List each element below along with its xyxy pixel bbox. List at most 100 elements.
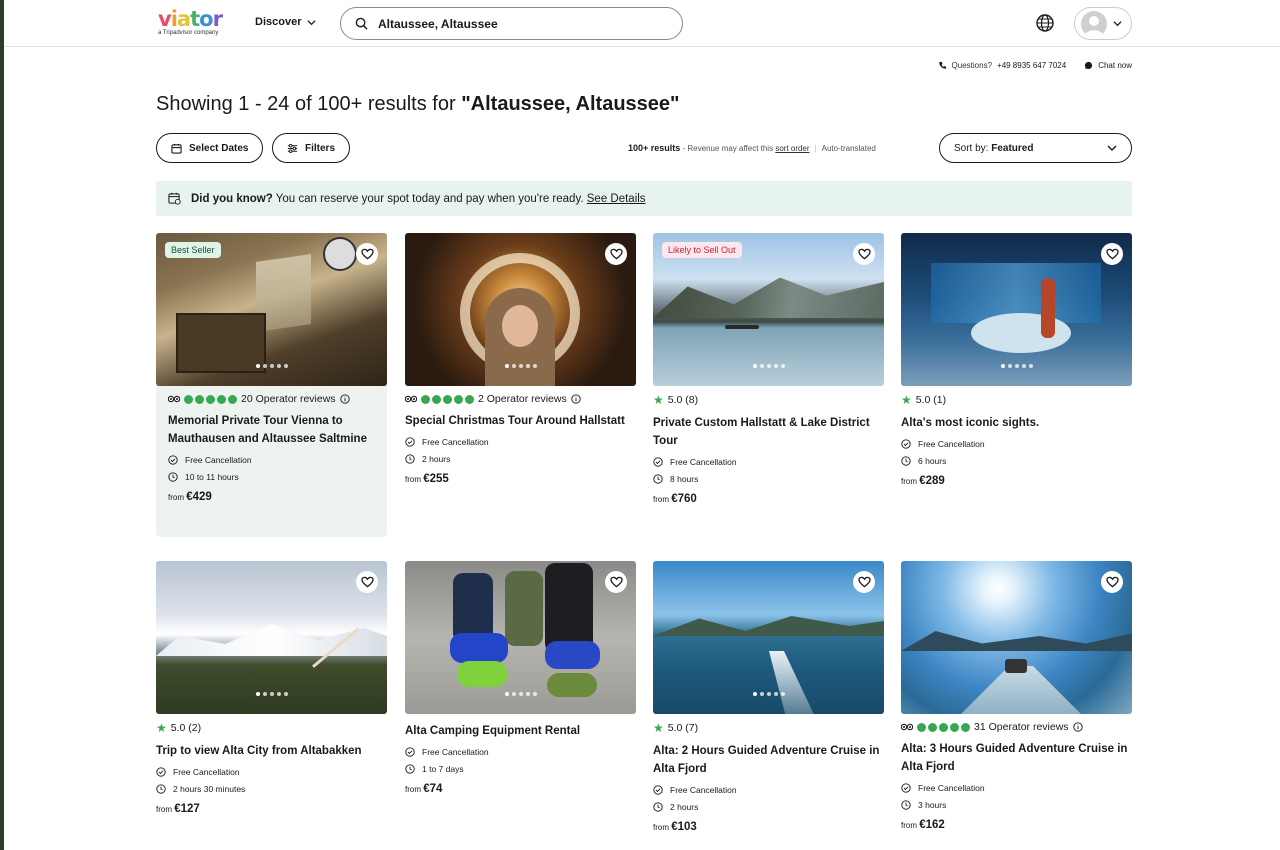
see-details-link[interactable]: See Details [587,193,646,205]
sort-dropdown[interactable]: Sort by: Featured [939,133,1132,163]
heart-icon [857,248,871,260]
price-value: €429 [186,491,212,503]
wishlist-heart-button[interactable] [356,571,378,593]
filters-button[interactable]: Filters [272,133,351,163]
chat-icon [1085,61,1093,70]
rating-bubbles [184,394,237,404]
product-photo[interactable] [901,233,1132,386]
sort-order-link[interactable]: sort order [775,144,809,153]
heart-icon [1105,248,1119,260]
review-count: 20 Operator reviews [241,393,336,405]
carousel-dots[interactable] [752,364,785,368]
check-circle-icon [405,437,415,447]
info-icon[interactable] [339,394,350,404]
free-cancellation-label: Free Cancellation [422,437,489,447]
product-photo[interactable] [405,233,636,386]
review-count: 5.0 (1) [915,394,947,406]
price-value: €103 [671,821,697,833]
banner-message: You can reserve your spot today and pay … [272,192,587,205]
wishlist-heart-button[interactable] [605,243,627,265]
questions-label: Questions? [951,61,993,70]
wishlist-heart-button[interactable] [356,243,378,265]
phone-contact[interactable]: Questions? +49 8935 647 7024 [938,61,1067,70]
product-photo[interactable]: Likely to Sell Out [653,233,884,386]
chevron-down-icon [307,19,317,25]
sort-label: Sort by: Featured [954,143,1033,154]
search-icon [355,17,368,30]
contact-bar: Questions? +49 8935 647 7024 Chat now [938,61,1132,70]
carousel-dots[interactable] [752,692,785,696]
carousel-dots[interactable] [504,692,537,696]
price: from €760 [653,493,884,505]
discover-menu[interactable]: Discover [255,16,317,28]
duration-label: 3 hours [918,800,947,810]
product-photo[interactable]: Best Seller [156,233,387,386]
carousel-dots[interactable] [1000,364,1033,368]
duration-label: 2 hours [422,454,451,464]
free-cancellation: Free Cancellation [168,455,375,465]
site-header: viator a Tripadvisor company Discover [4,0,1280,47]
product-title[interactable]: Trip to view Alta City from Altabakken [156,742,387,760]
price-value: €127 [174,803,200,815]
wishlist-heart-button[interactable] [1101,571,1123,593]
product-photo[interactable] [653,561,884,714]
product-photo[interactable] [405,561,636,714]
check-circle-icon [901,439,911,449]
product-title[interactable]: Alta: 2 Hours Guided Adventure Cruise in… [653,742,884,778]
carousel-dots[interactable] [504,364,537,368]
product-card[interactable]: ★ 5.0 (7) Alta: 2 Hours Guided Adventure… [653,561,884,833]
chat-now-link[interactable]: Chat now [1084,61,1132,70]
carousel-dots[interactable] [255,692,288,696]
select-dates-button[interactable]: Select Dates [156,133,264,163]
account-menu-button[interactable] [1074,7,1132,40]
search-bar[interactable] [340,7,683,40]
product-card[interactable]: Best Seller 20 Operator reviews Memorial… [156,233,387,537]
clock-icon [405,454,415,464]
rating-bubbles [917,722,970,732]
heart-icon [609,576,623,588]
price-value: €162 [919,819,945,831]
globe-icon[interactable] [1035,13,1055,33]
phone-number: +49 8935 647 7024 [997,61,1067,70]
duration-label: 2 hours [670,802,699,812]
carousel-dots[interactable] [255,364,288,368]
wishlist-heart-button[interactable] [853,571,875,593]
info-icon[interactable] [571,394,581,404]
chat-now-label: Chat now [1098,61,1132,70]
rating-bubbles [421,394,474,404]
product-title[interactable]: Alta's most iconic sights. [901,414,1132,432]
product-title[interactable]: Special Christmas Tour Around Hallstatt [405,412,636,430]
info-icon[interactable] [1072,722,1083,732]
chevron-down-icon [1113,21,1122,27]
wishlist-heart-button[interactable] [605,571,627,593]
viator-logo[interactable]: viator a Tripadvisor company [158,9,234,37]
sort-value: Featured [991,142,1034,154]
duration: 8 hours [653,474,884,484]
check-circle-icon [168,455,178,465]
page-title: Showing 1 - 24 of 100+ results for "Alta… [156,93,680,116]
product-title[interactable]: Alta: 3 Hours Guided Adventure Cruise in… [901,740,1132,776]
rating-row: ★ 5.0 (2) [156,721,387,735]
product-card[interactable]: 2 Operator reviews Special Christmas Tou… [405,233,636,485]
product-title[interactable]: Alta Camping Equipment Rental [405,722,636,740]
product-card[interactable]: ★ 5.0 (2) Trip to view Alta City from Al… [156,561,387,815]
product-photo[interactable] [901,561,1132,714]
wishlist-heart-button[interactable] [853,243,875,265]
search-input[interactable] [378,16,658,31]
card-body: 2 Operator reviews Special Christmas Tou… [405,393,636,485]
product-photo[interactable] [156,561,387,714]
star-icon: ★ [653,393,664,407]
product-card[interactable]: Likely to Sell Out ★ 5.0 (8) Private Cus… [653,233,884,505]
product-title[interactable]: Memorial Private Tour Vienna to Mauthaus… [168,412,375,448]
product-card[interactable]: Alta Camping Equipment Rental Free Cance… [405,561,636,795]
review-count: 5.0 (2) [170,722,202,734]
product-title[interactable]: Private Custom Hallstatt & Lake District… [653,414,884,450]
product-card[interactable]: ★ 5.0 (1) Alta's most iconic sights. Fre… [901,233,1132,487]
rating-row: ★ 5.0 (8) [653,393,884,407]
wishlist-heart-button[interactable] [1101,243,1123,265]
logo-subtitle: a Tripadvisor company [158,30,219,36]
results-info: 100+ results - Revenue may affect this s… [628,143,876,153]
reserve-now-banner: Did you know? You can reserve your spot … [156,181,1132,216]
free-cancellation: Free Cancellation [405,747,636,757]
product-card[interactable]: 31 Operator reviews Alta: 3 Hours Guided… [901,561,1132,831]
